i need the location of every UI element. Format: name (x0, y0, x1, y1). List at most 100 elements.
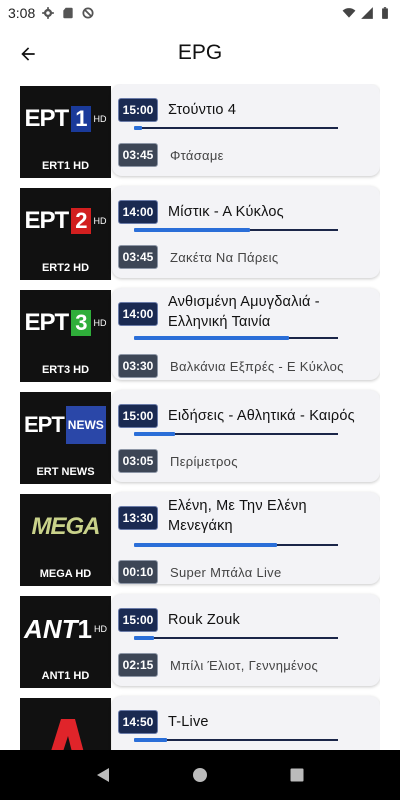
next-title: Super Μπάλα Live (170, 565, 282, 580)
program-card[interactable]: 15:00 Στούντιο 4 03:45 Φτάσαμε (112, 84, 380, 176)
arrow-left-icon (21, 47, 35, 61)
now-time-badge: 14:50 (118, 710, 158, 734)
signal-icon (361, 7, 373, 19)
channel-row[interactable]: ΕΡΤ 2 HD ERT2 HD 14:00 Μίστικ - Α Κύκλος… (20, 186, 380, 280)
next-time-badge: 00:10 (118, 560, 158, 584)
logo-wordmark: ΕΡΤ (24, 105, 70, 132)
channel-row[interactable]: 14:50 T-Live (20, 696, 380, 750)
status-time: 3:08 (8, 5, 36, 21)
channel-row[interactable]: ΕΡΤ 3 HD ERT3 HD 14:00 Ανθισμένη Αμυγδαλ… (20, 288, 380, 382)
now-time-badge: 13:30 (118, 506, 158, 530)
program-card[interactable]: 14:50 T-Live (112, 696, 380, 750)
now-title: Ειδήσεις - Αθλητικά - Καιρός (168, 408, 355, 424)
channel-logo: MEGA MEGA HD (20, 494, 111, 586)
logo-wordmark: ΕΡΤ (24, 412, 65, 437)
channel-name: ERT NEWS (36, 466, 95, 478)
channel-logo: ΕΡΤ 1 HD ERT1 HD (20, 86, 111, 178)
now-time-badge: 15:00 (118, 608, 158, 632)
logo-wordmark: MEGA (31, 513, 101, 540)
next-time-badge: 03:30 (118, 354, 158, 378)
app-bar: EPG (0, 26, 400, 80)
system-nav-bar (0, 750, 400, 800)
channel-logo: ΕΡΤ 2 HD ERT2 HD (20, 188, 111, 280)
logo-suffix: HD (93, 216, 107, 226)
logo-badge: 3 (71, 310, 92, 336)
back-button[interactable] (14, 40, 42, 68)
next-title: Βαλκάνια Εξπρές - Ε Κύκλος (170, 359, 344, 374)
logo-suffix: HD (93, 114, 107, 124)
program-card[interactable]: 13:30 Ελένη, Με Την Ελένη Μενεγάκη 00:10… (112, 492, 380, 584)
next-time-badge: 03:45 (118, 143, 158, 167)
progress-bar (134, 543, 338, 547)
logo-badge: 1 (71, 106, 92, 132)
no-sync-icon (82, 7, 94, 19)
sd-card-icon (63, 7, 73, 19)
logo-wordmark: ΕΡΤ (24, 309, 70, 336)
channel-row[interactable]: ΑΝΤ 1 HD ANT1 HD 15:00 Rouk Zouk 02:15 Μ… (20, 594, 380, 688)
channel-row[interactable]: ΕΡΤ 1 HD ERT1 HD 15:00 Στούντιο 4 03:45 … (20, 84, 380, 178)
alpha-logo-icon (50, 719, 83, 750)
circle-home-icon (192, 768, 207, 782)
now-time-badge: 15:00 (118, 98, 158, 122)
progress-fill (134, 636, 155, 640)
progress-fill (134, 738, 167, 742)
logo-badge: 1 (77, 613, 92, 644)
progress-bar (134, 432, 338, 436)
nav-recents-button[interactable] (287, 765, 307, 785)
epg-list[interactable]: ΕΡΤ 1 HD ERT1 HD 15:00 Στούντιο 4 03:45 … (20, 84, 380, 750)
program-card[interactable]: 15:00 Rouk Zouk 02:15 Μπίλι Έλιοτ, Γεννη… (112, 594, 380, 686)
now-title: Ελένη, Με Την Ελένη Μενεγάκη (168, 498, 307, 534)
nav-home-button[interactable] (190, 765, 210, 785)
logo-wordmark: ΕΡΤ (24, 207, 70, 234)
next-title: Ζακέτα Να Πάρεις (170, 250, 279, 265)
program-card[interactable]: 14:00 Ανθισμένη Αμυγδαλιά - Ελληνική Ται… (112, 288, 380, 380)
now-time-badge: 14:00 (118, 200, 158, 224)
channel-logo: ΑΝΤ 1 HD ANT1 HD (20, 596, 111, 688)
progress-bar (134, 738, 338, 742)
battery-icon (382, 7, 388, 19)
now-time-badge: 14:00 (118, 302, 158, 326)
channel-logo: ΕΡΤ 3 HD ERT3 HD (20, 290, 111, 382)
triangle-back-icon (97, 768, 110, 782)
program-card[interactable]: 15:00 Ειδήσεις - Αθλητικά - Καιρός 03:05… (112, 390, 380, 482)
progress-fill (134, 228, 251, 232)
now-title: Ανθισμένη Αμυγδαλιά - Ελληνική Ταινία (168, 294, 320, 330)
page-title: EPG (177, 41, 223, 64)
now-title: T-Live (168, 714, 209, 730)
progress-fill (134, 126, 143, 130)
square-recents-icon (290, 768, 304, 782)
now-title: Στούντιο 4 (168, 102, 237, 118)
now-time-badge: 15:00 (118, 404, 158, 428)
now-title: Rouk Zouk (168, 612, 240, 628)
channel-row[interactable]: ΕΡΤ NEWS ERT NEWS 15:00 Ειδήσεις - Αθλητ… (20, 390, 380, 484)
logo-suffix: HD (93, 624, 107, 634)
next-time-badge: 03:05 (118, 449, 158, 473)
logo-badge: 2 (71, 208, 92, 234)
next-title: Μπίλι Έλιοτ, Γεννημένος (170, 658, 319, 673)
program-card[interactable]: 14:00 Μίστικ - Α Κύκλος 03:45 Ζακέτα Να … (112, 186, 380, 278)
next-time-badge: 03:45 (118, 245, 158, 269)
progress-bar (134, 336, 338, 340)
channel-name: MEGA HD (39, 568, 92, 580)
channel-name: ERT2 HD (41, 262, 90, 274)
logo-suffix: HD (93, 318, 107, 328)
channel-name: ERT1 HD (41, 160, 90, 172)
gear-icon (42, 7, 55, 19)
logo-badge: NEWS (65, 406, 106, 444)
wifi-icon (342, 8, 356, 18)
next-title: Φτάσαμε (170, 148, 224, 163)
nav-back-button[interactable] (93, 765, 113, 785)
channel-logo (20, 698, 111, 750)
next-title: Περίμετρος (170, 454, 238, 469)
progress-bar (134, 228, 338, 232)
channel-logo: ΕΡΤ NEWS ERT NEWS (20, 392, 111, 484)
status-bar: 3:08 (0, 0, 400, 26)
now-title: Μίστικ - Α Κύκλος (168, 204, 284, 220)
channel-name: ANT1 HD (41, 670, 90, 682)
progress-bar (134, 636, 338, 640)
channel-row[interactable]: MEGA MEGA HD 13:30 Ελένη, Με Την Ελένη Μ… (20, 492, 380, 586)
logo-wordmark: ΑΝΤ (24, 613, 78, 644)
progress-fill (134, 543, 277, 547)
progress-bar (134, 126, 338, 130)
next-time-badge: 02:15 (118, 653, 158, 677)
